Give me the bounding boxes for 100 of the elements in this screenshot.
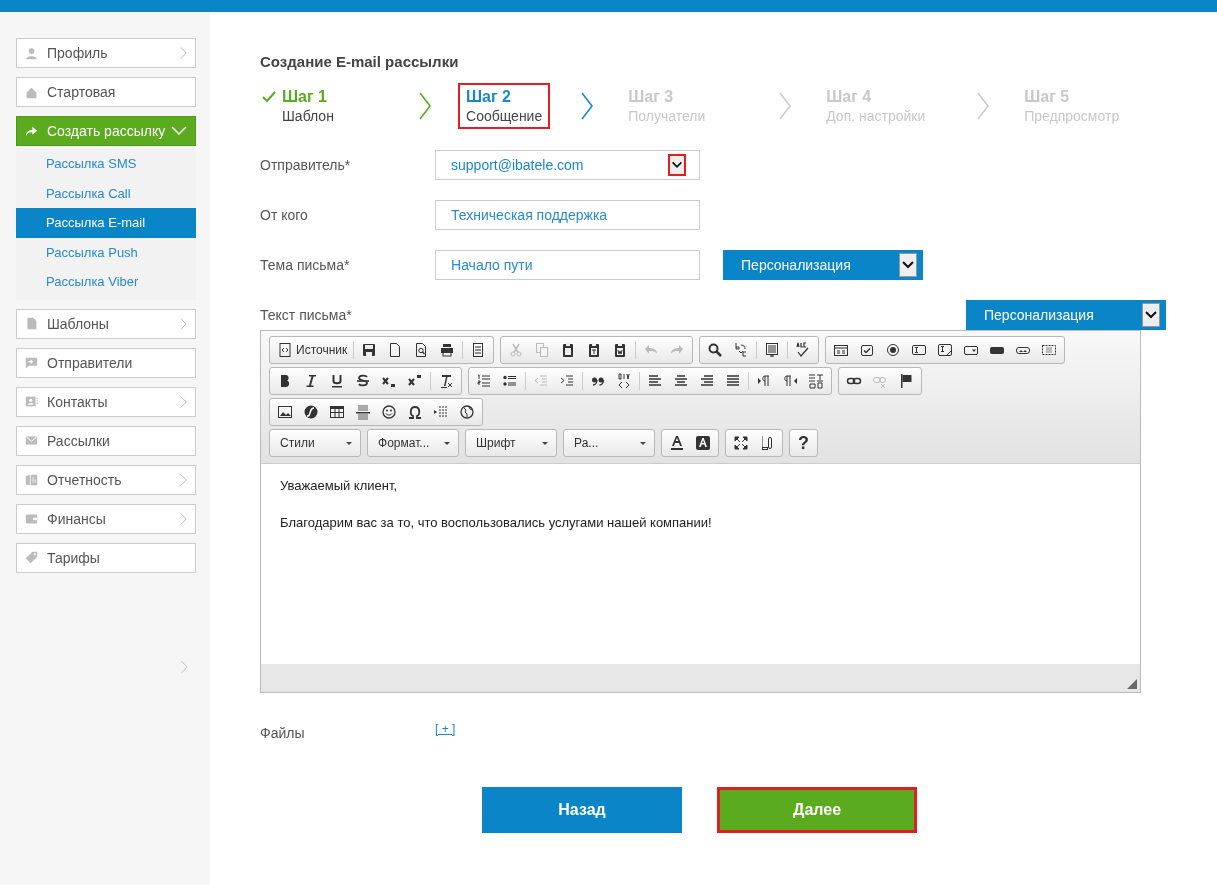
justify-icon[interactable] <box>725 373 742 389</box>
indent-icon[interactable] <box>559 373 576 389</box>
caret-icon <box>640 441 647 445</box>
toolbar-combo[interactable]: Шрифт <box>468 431 555 455</box>
check-icon <box>262 91 277 103</box>
add-file-link[interactable]: [ + ] <box>435 722 456 736</box>
image-icon[interactable] <box>277 404 294 420</box>
field-label: Файлы <box>260 725 306 741</box>
chevron-icon <box>580 92 595 120</box>
sidebar-item[interactable]: Отправители <box>16 347 197 378</box>
envelope-icon <box>25 434 38 447</box>
form-icon[interactable] <box>833 342 850 358</box>
flag-icon[interactable] <box>898 373 915 389</box>
toolbar-combo[interactable]: Формат... <box>370 431 457 455</box>
align-right-icon[interactable] <box>699 373 716 389</box>
chevron-icon <box>418 92 433 120</box>
remove-format-icon[interactable] <box>438 373 455 389</box>
personalization-dropdown[interactable]: Персонализация <box>723 250 924 280</box>
subject-input[interactable]: Начало пути <box>435 250 701 280</box>
from-input[interactable]: Техническая поддержка <box>435 200 701 230</box>
checkbox-icon[interactable] <box>859 342 876 358</box>
field-label: От кого <box>260 207 309 223</box>
sidebar-label: Рассылки <box>47 432 111 449</box>
personalization-dropdown[interactable]: Персонализация <box>966 300 1166 330</box>
user-icon <box>25 46 38 60</box>
page-break-icon[interactable] <box>433 404 450 420</box>
search-icon[interactable] <box>707 342 724 358</box>
chevron-icon <box>976 92 991 120</box>
sidebar-label: Тарифы <box>47 549 101 566</box>
sidebar-item[interactable]: Тарифы <box>16 542 197 573</box>
sidebar-item[interactable]: Профиль <box>16 38 197 68</box>
step-subtitle: Шаблон <box>282 108 334 124</box>
back-button[interactable]: Назад <box>482 787 683 833</box>
align-left-icon[interactable] <box>647 373 664 389</box>
sidebar-item[interactable]: Стартовая <box>16 77 197 107</box>
language-icon[interactable] <box>808 373 825 389</box>
rtl-icon[interactable] <box>782 373 799 389</box>
wallet-icon <box>25 512 38 525</box>
print-icon[interactable] <box>439 342 456 358</box>
chevron-icon <box>778 92 793 120</box>
home-icon <box>25 85 38 99</box>
tag-icon <box>25 551 38 564</box>
source-button[interactable]: Источник <box>272 339 352 361</box>
toolbar-combo[interactable]: Ра... <box>566 431 653 455</box>
contact-card-icon <box>25 395 38 408</box>
horizontal-line-icon[interactable] <box>355 404 372 420</box>
sidebar-label: Отчетность <box>47 471 123 488</box>
message-icon <box>25 356 38 369</box>
submenu-item[interactable]: Рассылка E-mail <box>16 208 197 238</box>
page-title: Создание E-mail рассылки <box>260 53 460 70</box>
source-icon <box>277 342 294 358</box>
select-all-icon[interactable] <box>764 342 781 358</box>
step-title: Шаг 1 <box>282 88 328 106</box>
sidebar-item[interactable]: Отчетность <box>16 464 197 495</box>
caret-icon <box>542 441 549 445</box>
text-field-icon[interactable] <box>911 342 928 358</box>
field-label: Тема письма* <box>260 257 351 273</box>
resize-handle-icon[interactable] <box>1127 679 1138 689</box>
help-button[interactable]: ? <box>792 431 816 455</box>
numbered-list-icon[interactable] <box>476 373 493 389</box>
radio-icon[interactable] <box>885 342 902 358</box>
align-center-icon[interactable] <box>673 373 690 389</box>
field-value: support@ibatele.com <box>451 157 584 173</box>
chevron-icon <box>180 659 189 674</box>
sidebar-item[interactable]: Шаблоны <box>16 308 197 339</box>
smiley-icon[interactable] <box>381 404 398 420</box>
maximize-icon[interactable] <box>733 435 750 451</box>
text-color-icon[interactable] <box>669 435 686 451</box>
save-icon[interactable] <box>361 342 378 358</box>
flash-icon[interactable] <box>303 404 320 420</box>
globe-icon[interactable] <box>459 404 476 420</box>
background-color-icon[interactable] <box>695 435 712 451</box>
sidebar-item[interactable]: Финансы <box>16 503 197 534</box>
step-subtitle: Сообщение <box>466 108 543 124</box>
sender-dropdown[interactable]: support@ibatele.com <box>435 150 701 180</box>
report-icon <box>25 473 38 486</box>
sidebar-label: Финансы <box>47 510 107 527</box>
sidebar-label: Профиль <box>47 45 109 61</box>
sidebar-label: Шаблоны <box>47 315 110 332</box>
field-label: Текст письма* <box>260 307 353 323</box>
caret-icon <box>444 441 451 445</box>
text-area-icon[interactable] <box>937 342 954 358</box>
sidebar-item[interactable]: Контакты <box>16 386 197 417</box>
strikethrough-icon[interactable] <box>355 373 372 389</box>
sidebar-label: Создать рассылку <box>47 123 167 139</box>
omega-icon[interactable] <box>407 404 424 420</box>
step-title: Шаг 2 <box>466 88 512 106</box>
sidebar-item[interactable]: Рассылки <box>16 425 197 456</box>
sidebar-label: Контакты <box>47 393 109 410</box>
wizard-step[interactable]: Шаг 2 Сообщение <box>458 83 551 129</box>
bulleted-list-icon[interactable] <box>502 373 519 389</box>
toolbar-combo[interactable]: Стили <box>272 431 359 455</box>
hidden-field-icon[interactable] <box>1041 342 1058 358</box>
wizard-step[interactable]: Шаг 1 Шаблон <box>260 83 389 129</box>
field-label: Отправитель* <box>260 157 352 173</box>
paragraph: Благодарим вас за то, что воспользовались услугами нашей компании! <box>280 515 713 530</box>
div-icon[interactable] <box>616 373 633 389</box>
table-icon[interactable] <box>329 404 346 420</box>
caret-icon <box>346 441 353 445</box>
paragraph: Уважаемый клиент, <box>280 478 399 493</box>
